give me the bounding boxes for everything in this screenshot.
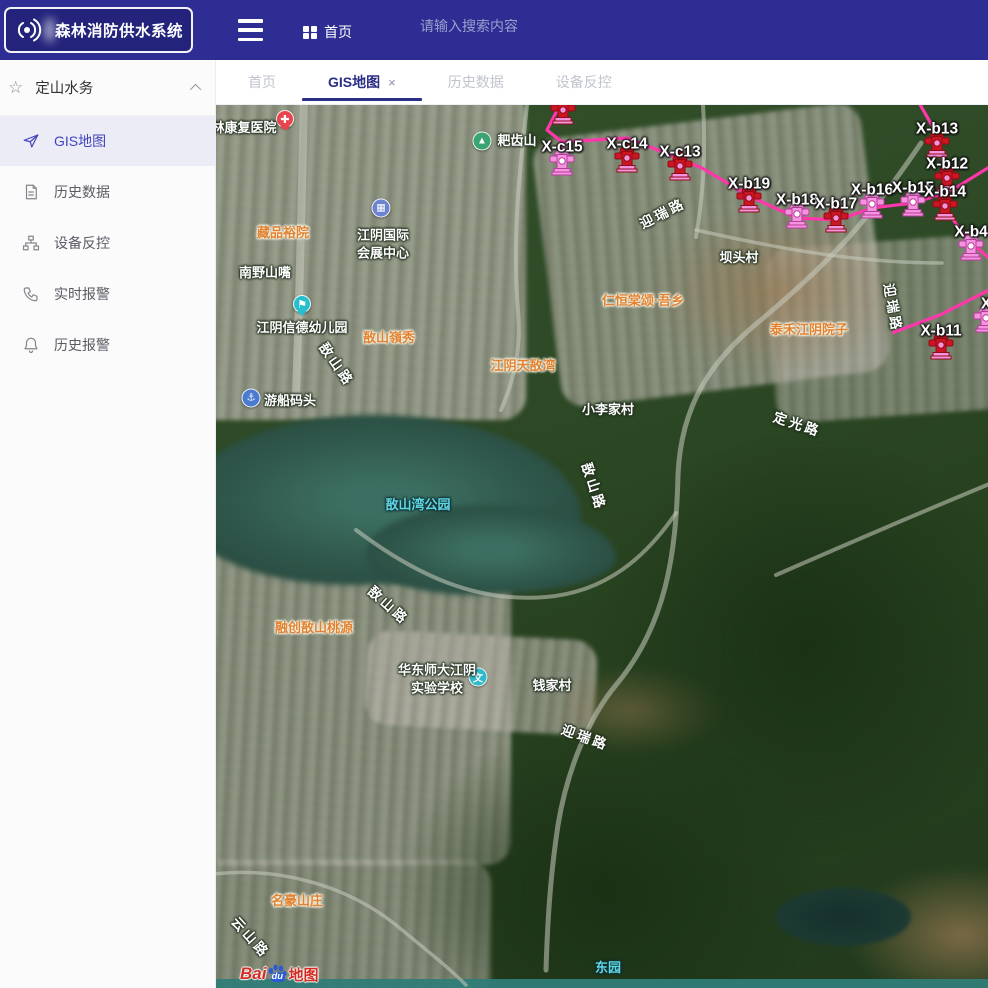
send-icon — [22, 132, 40, 150]
search-input[interactable] — [420, 18, 640, 34]
hydrant-label: X-c13 — [659, 144, 700, 162]
hydrant-label: X-b12 — [926, 156, 968, 174]
sidebar-item-label: 历史数据 — [54, 182, 110, 202]
hydrant-marker-x-c15[interactable]: X-c15 — [549, 146, 575, 181]
top-navbar: 森林消防供水系统 首页 — [0, 0, 988, 60]
gis-satellite-map[interactable]: 林康复医院耙齿山藏品裕院江阴国际会展中心南野山嘴江阴信德幼儿园敔山嶺秀江阴天敔湾… — [216, 105, 988, 988]
header-search — [420, 18, 640, 36]
sidebar-group-dingshan[interactable]: ☆ 定山水务 — [0, 60, 215, 116]
sitemap-icon — [22, 234, 40, 252]
hydrant-label: X-b13 — [916, 121, 958, 139]
phone-icon — [22, 285, 40, 303]
app-logo: 森林消防供水系统 — [4, 7, 193, 53]
star-icon: ☆ — [8, 78, 23, 98]
sidebar-item-label: 实时报警 — [54, 284, 110, 304]
baidu-logo-du: du — [271, 971, 283, 982]
hydrant-label: X-c15 — [541, 139, 582, 157]
hydrant-marker-x-b4[interactable]: X-b4 — [958, 231, 984, 266]
hydrant-marker[interactable] — [550, 105, 576, 130]
sidebar-item-realtime-alarm[interactable]: 实时报警 — [0, 269, 215, 319]
tab-label: 设备反控 — [556, 72, 612, 92]
hydrant-marker-x-b18[interactable]: X-b18 — [784, 199, 810, 234]
hydrant-label: X-b4 — [954, 224, 988, 242]
app-root: 森林消防供水系统 首页 ☆ 定山水务 GIS地图 — [0, 0, 988, 988]
hydrant-marker-x-b17[interactable]: X-b17 — [823, 203, 849, 238]
baidu-maps-logo: Bai du 地图 — [240, 963, 318, 985]
grid-icon — [303, 26, 316, 39]
sidebar-item-label: GIS地图 — [54, 131, 106, 151]
hydrant-marker-x-b11[interactable]: X-b11 — [928, 330, 954, 365]
sidebar-item-label: 设备反控 — [54, 233, 110, 253]
document-icon — [22, 183, 40, 201]
chevron-up-icon — [190, 83, 201, 94]
collapse-menu-icon[interactable] — [238, 19, 263, 41]
hydrant-marker-x-b15[interactable]: X-b15 — [900, 187, 926, 222]
breadcrumb-home[interactable]: 首页 — [303, 22, 352, 42]
sidebar-item-history-alarm[interactable]: 历史报警 — [0, 320, 215, 370]
app-title: 森林消防供水系统 — [55, 19, 183, 41]
tab-label: 首页 — [248, 72, 276, 92]
sidebar: ☆ 定山水务 GIS地图 历史数据 设备反控 实时报警 — [0, 60, 216, 988]
hydrant-marker-x-b16[interactable]: X-b16 — [859, 189, 885, 224]
content-tabbar: 首页 GIS地图 × 历史数据 设备反控 — [216, 60, 988, 105]
map-markers-layer: X-c15X-c14X-c13X-b19X-b18X-b17X-b16X-b15… — [216, 105, 988, 988]
hydrant-label: X-b18 — [776, 192, 818, 210]
baidu-logo-cn: 地图 — [288, 964, 318, 985]
breadcrumb-home-label: 首页 — [324, 22, 352, 42]
sidebar-item-gis-map[interactable]: GIS地图 — [0, 116, 215, 166]
baidu-logo-latin: Bai — [240, 964, 266, 984]
hydrant-label: X-b16 — [851, 182, 893, 200]
sidebar-item-history-data[interactable]: 历史数据 — [0, 167, 215, 217]
bell-icon — [22, 336, 40, 354]
tab-history-data[interactable]: 历史数据 — [436, 60, 516, 104]
hydrant-marker-x-c14[interactable]: X-c14 — [614, 143, 640, 178]
sidebar-item-device-control[interactable]: 设备反控 — [0, 218, 215, 268]
tab-gis-map[interactable]: GIS地图 × — [316, 60, 408, 104]
tab-device-control[interactable]: 设备反控 — [544, 60, 624, 104]
hydrant-label: X-b19 — [728, 176, 770, 194]
hydrant-marker-x[interactable]: X — [973, 303, 988, 338]
redacted-logo-text — [46, 19, 53, 41]
hydrant-marker-x-b19[interactable]: X-b19 — [736, 183, 762, 218]
close-icon[interactable]: × — [388, 75, 396, 90]
hydrant-label: X — [981, 296, 988, 314]
tab-home[interactable]: 首页 — [236, 60, 288, 104]
hydrant-marker-x-b14[interactable]: X-b14 — [932, 191, 958, 226]
baidu-paw-icon: du — [267, 964, 287, 984]
hydrant-label: X-b11 — [920, 323, 961, 341]
hydrant-label: X-b14 — [924, 184, 966, 202]
sonar-logo-icon — [14, 15, 44, 45]
hydrant-label: X-c14 — [606, 136, 647, 154]
sidebar-group-label: 定山水务 — [35, 77, 93, 98]
hydrant-marker-x-c13[interactable]: X-c13 — [667, 151, 693, 186]
tab-label: GIS地图 — [328, 72, 380, 92]
sidebar-item-label: 历史报警 — [54, 335, 110, 355]
tab-label: 历史数据 — [448, 72, 504, 92]
